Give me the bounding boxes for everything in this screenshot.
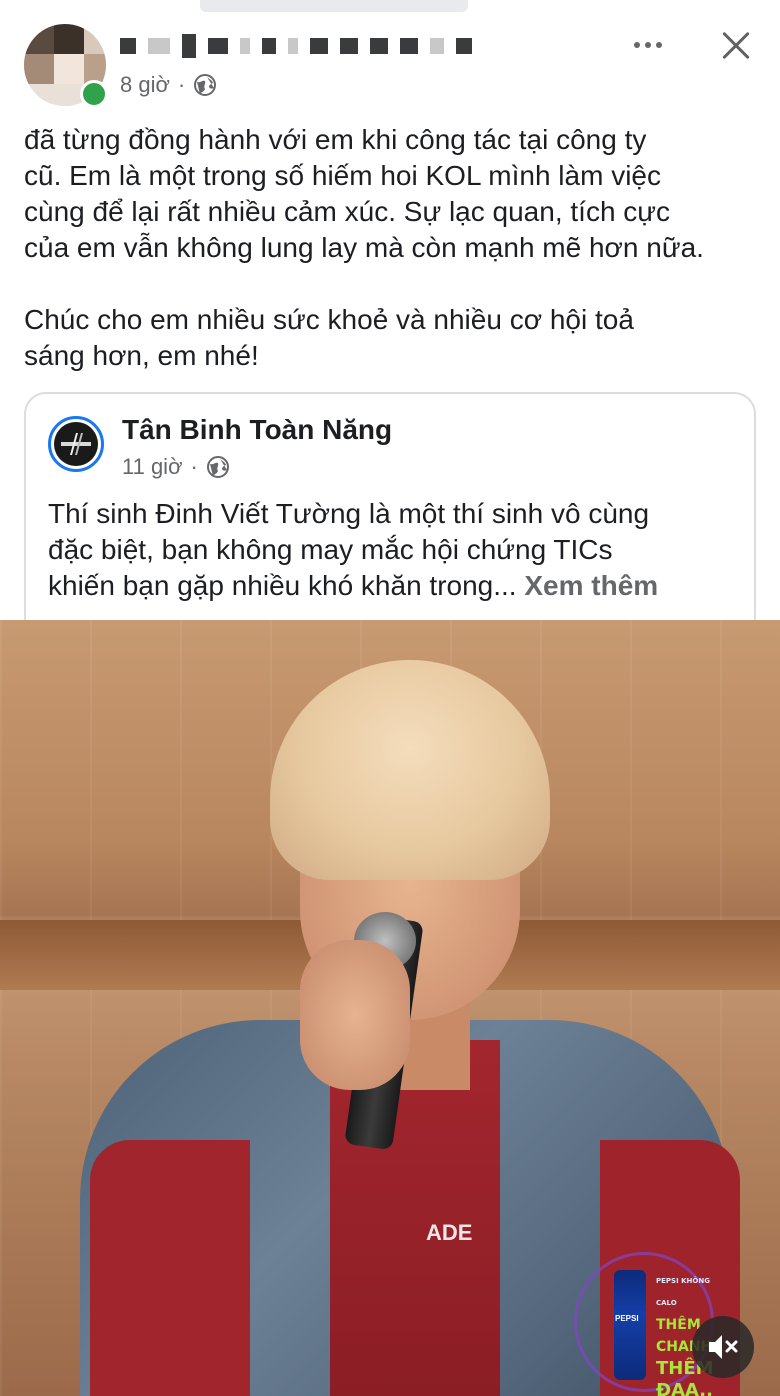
brand-top-text: PEPSI KHÔNG CALO [656,1277,710,1307]
status-bar-handle [200,0,468,12]
shared-post-time[interactable]: 11 giờ [122,454,183,480]
post-line: đã từng đồng hành với em khi công tác tạ… [24,124,647,155]
post-time[interactable]: 8 giờ [120,72,170,98]
post-meta: 8 giờ · [120,72,217,98]
see-more-link[interactable]: Xem thêm [524,570,658,601]
video-player[interactable]: ADE PEPSI PEPSI KHÔNG CALO THÊM CHANH TH… [0,620,780,1396]
post-line: sáng hơn, em nhé! [24,340,259,371]
video-person-sleeve [90,1140,250,1396]
post-line: cùng để lại rất nhiều cảm xúc. Sự lạc qu… [24,196,671,227]
post-line: Chúc cho em nhiều sức khoẻ và nhiều cơ h… [24,304,634,335]
shared-line-last: khiến bạn gặp nhiều khó khăn trong... Xe… [48,568,738,604]
more-dot-icon [634,42,640,48]
more-options-button[interactable] [628,30,668,60]
shirt-print: ADE [426,1220,473,1245]
shared-line: đặc biệt, bạn không may mắc hội chứng TI… [48,534,613,565]
author-name-redacted[interactable] [120,34,472,58]
shared-post-meta: 11 giờ · [122,454,230,480]
page-avatar[interactable] [48,416,104,472]
shared-page-name[interactable]: Tân Binh Toàn Năng [122,414,392,446]
meta-separator: · [190,454,198,479]
shared-post-card[interactable]: Tân Binh Toàn Năng 11 giờ · Thí sinh Đin… [24,392,756,632]
can-label: PEPSI [615,1314,639,1323]
more-dot-icon [656,42,662,48]
globe-icon [206,456,229,478]
video-person-hand [300,940,410,1090]
post-line: cũ. Em là một trong số hiếm hoi KOL mình… [24,160,661,191]
post-body: đã từng đồng hành với em khi công tác tạ… [24,122,764,374]
close-icon[interactable] [716,26,756,66]
more-dot-icon [645,42,651,48]
shared-line-text: khiến bạn gặp nhiều khó khăn trong... [48,570,517,601]
meta-separator: · [177,72,186,97]
mute-button[interactable] [692,1316,754,1378]
speaker-muted-icon [709,1335,738,1359]
online-status-indicator [80,80,108,108]
pepsi-can-icon: PEPSI [614,1270,646,1380]
shared-post-text: Thí sinh Đinh Viết Tường là một thí sinh… [48,496,738,604]
post-line: của em vẫn không lung lay mà còn mạnh mẽ… [24,232,704,263]
globe-icon [194,74,217,96]
shared-line: Thí sinh Đinh Viết Tường là một thí sinh… [48,498,650,529]
page-logo-icon [61,433,91,455]
